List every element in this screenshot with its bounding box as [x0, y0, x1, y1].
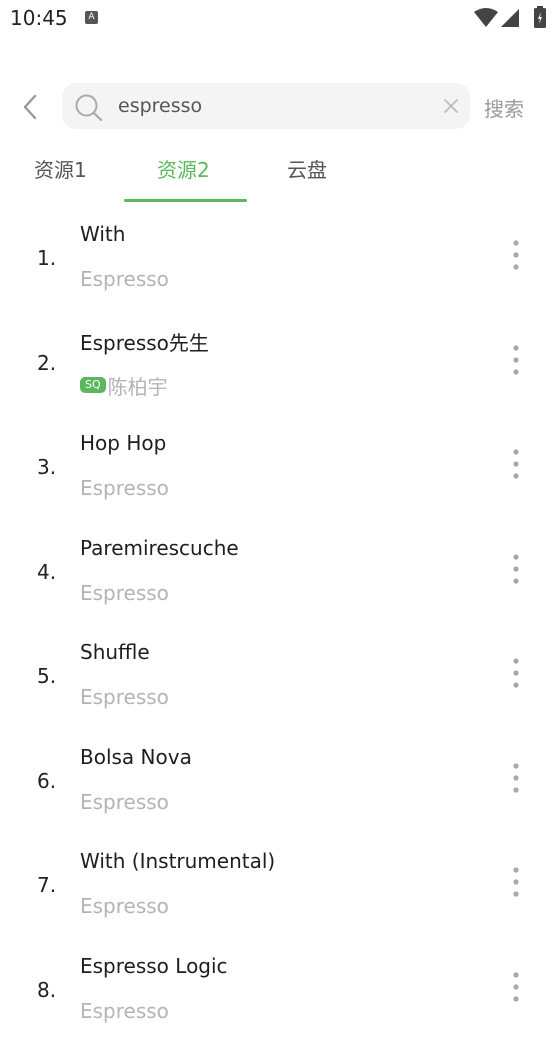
search-box[interactable]	[62, 83, 470, 129]
list-item[interactable]: 4. Paremirescuche Espresso	[0, 520, 554, 624]
search-button[interactable]: 搜索	[484, 93, 524, 122]
artist-name: Espresso	[80, 267, 169, 291]
artist-name: Espresso	[80, 894, 169, 918]
more-vertical-icon[interactable]	[506, 343, 526, 377]
song-title: Bolsa Nova	[80, 744, 192, 769]
item-number: 8.	[37, 977, 57, 1002]
more-vertical-icon[interactable]	[506, 970, 526, 1004]
list-item[interactable]: 8. Espresso Logic Espresso	[0, 938, 554, 1042]
status-bar: 10:45 A	[0, 0, 554, 40]
song-title: Paremirescuche	[80, 535, 239, 560]
tab-source-2[interactable]: 资源2	[157, 154, 210, 183]
item-number: 2.	[37, 350, 57, 375]
list-item[interactable]: 7. With (Instrumental) Espresso	[0, 833, 554, 937]
song-title: Espresso先生	[80, 330, 209, 355]
search-input[interactable]	[118, 92, 418, 120]
more-vertical-icon[interactable]	[506, 761, 526, 795]
more-vertical-icon[interactable]	[506, 865, 526, 899]
song-title: Shuffle	[80, 640, 150, 664]
battery-icon	[534, 6, 546, 28]
more-vertical-icon[interactable]	[506, 656, 526, 690]
artist-name: Espresso	[80, 580, 169, 605]
more-vertical-icon[interactable]	[506, 552, 526, 586]
artist-name: 陈柏宇	[107, 374, 168, 399]
artist-line: SQ 陈柏宇	[80, 371, 168, 400]
tab-indicator	[124, 199, 247, 202]
item-number: 6.	[37, 768, 57, 793]
artist-name: Espresso	[80, 998, 169, 1023]
tab-cloud-drive[interactable]: 云盘	[287, 154, 327, 183]
item-number: 7.	[37, 873, 57, 897]
clear-icon[interactable]	[442, 97, 460, 115]
wifi-icon	[474, 8, 498, 27]
search-bar: 搜索	[0, 80, 554, 134]
source-tabs: 资源1 资源2 云盘	[0, 144, 554, 206]
back-button[interactable]	[16, 90, 46, 124]
item-number: 3.	[37, 455, 57, 479]
search-icon	[75, 94, 103, 122]
tab-source-1[interactable]: 资源1	[34, 154, 87, 183]
list-item[interactable]: 1. With Espresso	[0, 206, 554, 310]
artist-name: Espresso	[80, 789, 169, 814]
signal-icon	[501, 9, 519, 27]
item-number: 5.	[37, 664, 57, 688]
notification-icon: A	[85, 11, 98, 24]
chevron-left-icon	[23, 94, 37, 120]
sq-quality-badge: SQ	[80, 377, 106, 393]
more-vertical-icon[interactable]	[506, 238, 526, 272]
item-number: 4.	[37, 559, 57, 584]
song-title: Espresso Logic	[80, 953, 228, 978]
song-title: Hop Hop	[80, 431, 167, 455]
list-item[interactable]: 6. Bolsa Nova Espresso	[0, 729, 554, 833]
status-time: 10:45	[10, 6, 68, 30]
artist-name: Espresso	[80, 476, 169, 500]
song-title: With	[80, 222, 126, 246]
artist-name: Espresso	[80, 685, 169, 709]
song-title: With (Instrumental)	[80, 849, 276, 873]
item-number: 1.	[37, 246, 57, 270]
list-item[interactable]: 2. Espresso先生 SQ 陈柏宇	[0, 311, 554, 415]
list-item[interactable]: 3. Hop Hop Espresso	[0, 415, 554, 519]
list-item[interactable]: 5. Shuffle Espresso	[0, 624, 554, 728]
more-vertical-icon[interactable]	[506, 447, 526, 481]
